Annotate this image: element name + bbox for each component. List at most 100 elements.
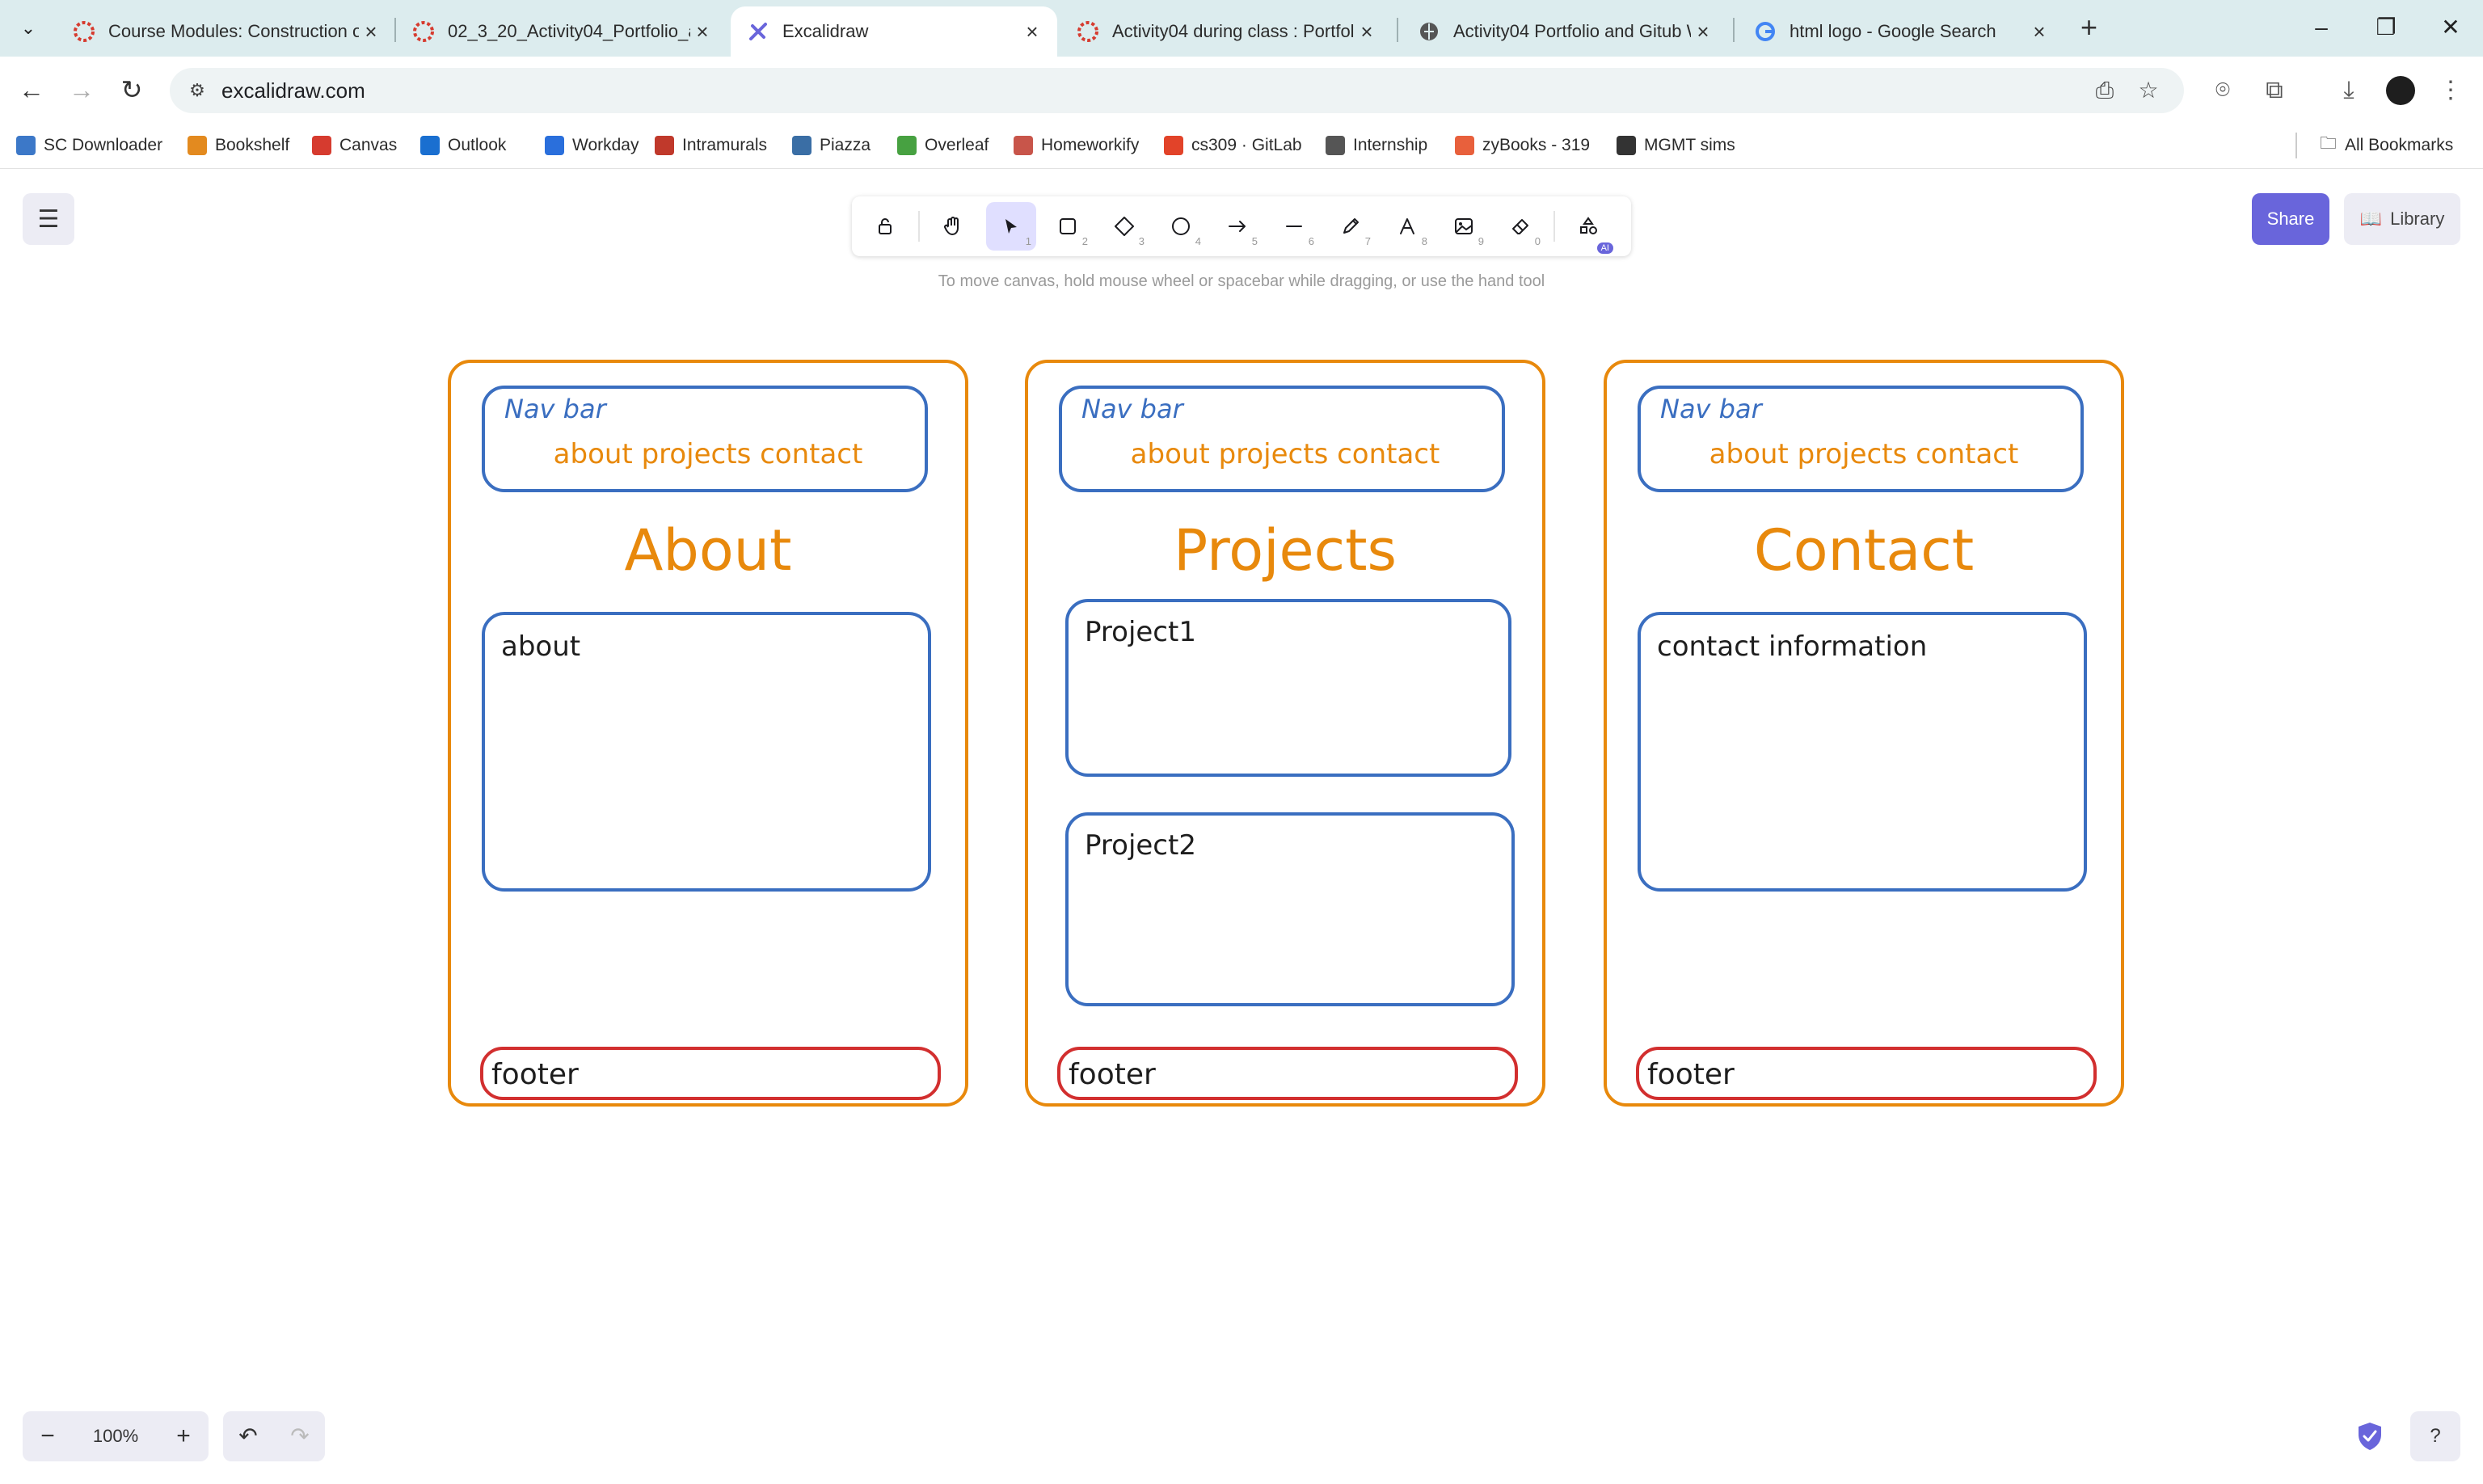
back-button[interactable]: ←: [13, 71, 50, 108]
drawing-canvas[interactable]: Nav bar about projects contact About about f…: [0, 169, 2483, 1381]
close-icon[interactable]: ×: [359, 19, 383, 44]
bookmark-item[interactable]: Intramurals: [655, 131, 767, 160]
tab-separator: [1397, 18, 1398, 42]
bookmark-favicon-icon: [1617, 136, 1636, 155]
footer-label[interactable]: footer: [1069, 1058, 1156, 1091]
kebab-menu-icon[interactable]: ⋮: [2433, 73, 2468, 108]
bookmark-label: SC Downloader: [44, 136, 163, 154]
footer-label[interactable]: footer: [1647, 1058, 1735, 1091]
restore-icon: ❐: [2376, 15, 2397, 40]
minus-icon: −: [40, 1423, 55, 1449]
bookmark-item[interactable]: Workday: [545, 131, 639, 160]
tab-title: Course Modules: Construction o: [108, 21, 359, 41]
canvas-logo-icon: [412, 20, 435, 43]
tab-google-search[interactable]: html logo - Google Search ×: [1738, 6, 2064, 57]
close-icon[interactable]: ×: [1355, 19, 1379, 44]
bookmark-item[interactable]: Canvas: [312, 131, 397, 160]
bookmark-label: Intramurals: [682, 136, 768, 154]
bookmark-label: Outlook: [448, 136, 507, 154]
nav-bar-label[interactable]: Nav bar: [1660, 394, 1764, 424]
nav-links-text[interactable]: about projects contact: [554, 438, 863, 470]
bookmark-item[interactable]: Outlook: [420, 131, 506, 160]
camera-icon[interactable]: ⌾: [2205, 73, 2241, 108]
zoom-in-button[interactable]: +: [158, 1411, 209, 1461]
bookmark-item[interactable]: SC Downloader: [16, 131, 162, 160]
page-heading[interactable]: Projects: [1174, 517, 1397, 584]
profile-avatar[interactable]: [2386, 76, 2415, 105]
close-icon[interactable]: ×: [1691, 19, 1715, 44]
canvas-logo-icon: [73, 20, 95, 43]
footer-label[interactable]: footer: [491, 1058, 579, 1091]
bookmark-item[interactable]: Piazza: [792, 131, 871, 160]
bookmark-item[interactable]: Homeworkify: [1014, 131, 1139, 160]
bookmark-favicon-icon: [897, 136, 917, 155]
close-icon[interactable]: ×: [690, 19, 715, 44]
page-frame[interactable]: [448, 360, 968, 1107]
content-box-label[interactable]: Project1: [1085, 616, 1196, 648]
bookmark-label: Bookshelf: [215, 136, 290, 154]
plus-icon: +: [176, 1423, 191, 1449]
all-bookmarks-label: All Bookmarks: [2345, 136, 2454, 154]
zoom-out-button[interactable]: −: [23, 1411, 73, 1461]
bookmark-item[interactable]: Bookshelf: [188, 131, 289, 160]
nav-links-text[interactable]: about projects contact: [1709, 438, 2019, 470]
bookmark-label: Workday: [572, 136, 639, 154]
redo-button[interactable]: ↷: [275, 1411, 325, 1461]
tab-strip: ⌄ Course Modules: Construction o × 02_3_…: [0, 0, 2483, 57]
bookmark-item[interactable]: zyBooks - 319: [1455, 131, 1590, 160]
bookmark-label: zyBooks - 319: [1482, 136, 1591, 154]
address-bar[interactable]: ⚙ excalidraw.com ⎙ ☆: [170, 68, 2184, 113]
globe-icon: [1418, 20, 1440, 43]
page-heading[interactable]: Contact: [1754, 517, 1974, 584]
page-heading[interactable]: About: [625, 517, 792, 584]
tab-course-modules[interactable]: Course Modules: Construction o ×: [57, 6, 396, 57]
install-app-icon[interactable]: ⎙: [2090, 76, 2119, 105]
tab-activity04-github[interactable]: Activity04 Portfolio and Gitub W ×: [1402, 6, 1728, 57]
tab-search-button[interactable]: ⌄: [11, 11, 45, 45]
plus-icon: +: [2080, 11, 2098, 44]
site-info-icon[interactable]: ⚙: [186, 79, 209, 102]
bookmarks-bar: SC Downloader Bookshelf Canvas Outlook Workd…: [0, 123, 2483, 169]
reload-button[interactable]: ↻: [113, 71, 150, 108]
arrow-left-icon: ←: [19, 75, 44, 104]
shield-check-icon[interactable]: [2354, 1420, 2386, 1452]
tab-excalidraw[interactable]: Excalidraw ×: [731, 6, 1057, 57]
window-close-button[interactable]: ✕: [2426, 8, 2475, 47]
zoom-level[interactable]: 100%: [73, 1411, 158, 1461]
bookmark-item[interactable]: Overleaf: [897, 131, 989, 160]
download-icon[interactable]: ⤓: [2331, 73, 2367, 108]
minimize-button[interactable]: –: [2297, 8, 2346, 47]
nav-bar-label[interactable]: Nav bar: [1081, 394, 1185, 424]
bookmark-favicon-icon: [1014, 136, 1033, 155]
page-frame[interactable]: [1025, 360, 1545, 1107]
bookmark-label: cs309 · GitLab: [1191, 136, 1302, 154]
tab-title: html logo - Google Search: [1790, 21, 1996, 41]
page-frame[interactable]: [1604, 360, 2124, 1107]
content-box-label[interactable]: contact information: [1657, 630, 1927, 663]
bookmark-item[interactable]: cs309 · GitLab: [1164, 131, 1302, 160]
help-icon: ?: [2430, 1425, 2441, 1447]
new-tab-button[interactable]: +: [2080, 11, 2097, 44]
forward-button[interactable]: →: [63, 71, 100, 108]
restore-button[interactable]: ❐: [2362, 8, 2410, 47]
close-icon[interactable]: ×: [2027, 19, 2051, 44]
tab-activity04-during-class[interactable]: Activity04 during class : Portfoli ×: [1060, 6, 1392, 57]
nav-bar-label[interactable]: Nav bar: [504, 394, 608, 424]
url-text[interactable]: excalidraw.com: [221, 78, 365, 103]
close-icon[interactable]: ×: [1020, 19, 1044, 44]
bookmark-item[interactable]: Internship: [1326, 131, 1427, 160]
extensions-icon[interactable]: ⧉: [2257, 73, 2292, 108]
tab-title: Excalidraw: [782, 21, 869, 41]
bookmark-item[interactable]: MGMT sims: [1617, 131, 1735, 160]
undo-button[interactable]: ↶: [223, 1411, 273, 1461]
tab-title: Activity04 Portfolio and Gitub W: [1453, 21, 1691, 41]
content-box-label[interactable]: about: [501, 630, 580, 663]
help-button[interactable]: ?: [2410, 1411, 2460, 1461]
bookmark-label: Canvas: [339, 136, 398, 154]
tab-activity04-portfolio[interactable]: 02_3_20_Activity04_Portfolio_an ×: [396, 6, 727, 57]
all-bookmarks-button[interactable]: 🗀 All Bookmarks: [2320, 131, 2453, 160]
content-box-label[interactable]: Project2: [1085, 829, 1196, 862]
bookmark-label: Overleaf: [925, 136, 989, 154]
bookmark-star-icon[interactable]: ☆: [2134, 76, 2163, 105]
nav-links-text[interactable]: about projects contact: [1131, 438, 1440, 470]
